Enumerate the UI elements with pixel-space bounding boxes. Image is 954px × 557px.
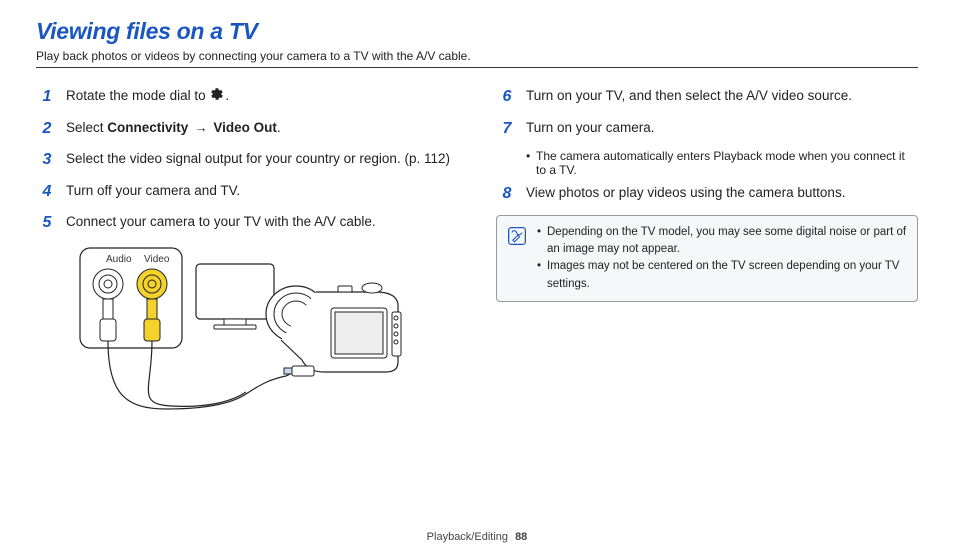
note-box: • Depending on the TV model, you may see…	[496, 215, 918, 302]
step-number: 3	[36, 149, 58, 171]
gear-icon	[210, 87, 224, 106]
footer-section: Playback/Editing	[427, 531, 508, 543]
step-text: Turn on your camera.	[526, 118, 655, 140]
step-number: 6	[496, 86, 518, 108]
step-text: Turn on your TV, and then select the A/V…	[526, 86, 852, 108]
bullet-icon: •	[537, 258, 547, 293]
step-1: 1 Rotate the mode dial to .	[36, 86, 458, 108]
step-8: 8 View photos or play videos using the c…	[496, 183, 918, 205]
text-suffix: .	[277, 120, 281, 135]
step-7-note: • The camera automatically enters Playba…	[526, 149, 918, 177]
step-text: Select the video signal output for your …	[66, 149, 450, 171]
step-6: 6 Turn on your TV, and then select the A…	[496, 86, 918, 108]
note-item: • Images may not be centered on the TV s…	[537, 258, 907, 293]
note-list: • Depending on the TV model, you may see…	[537, 224, 907, 293]
step-text: Turn off your camera and TV.	[66, 181, 240, 203]
video-label: Video	[144, 254, 170, 265]
page-number: 88	[515, 531, 527, 543]
bullet-icon: •	[526, 149, 536, 177]
step-text: View photos or play videos using the cam…	[526, 183, 845, 205]
note-text: Depending on the TV model, you may see s…	[547, 224, 907, 259]
step-7: 7 Turn on your camera.	[496, 118, 918, 140]
note-text: Images may not be centered on the TV scr…	[547, 258, 907, 293]
bullet-icon: •	[537, 224, 547, 259]
step-number: 2	[36, 118, 58, 140]
text-suffix: .	[225, 88, 229, 103]
step-number: 8	[496, 183, 518, 205]
note-item: • Depending on the TV model, you may see…	[537, 224, 907, 259]
content-columns: 1 Rotate the mode dial to . 2 Select Con…	[36, 80, 918, 444]
arrow-icon: →	[190, 120, 211, 135]
camera-icon	[266, 283, 401, 372]
left-column: 1 Rotate the mode dial to . 2 Select Con…	[36, 80, 458, 444]
step-number: 1	[36, 86, 58, 108]
step-2: 2 Select Connectivity → Video Out.	[36, 118, 458, 140]
page-footer: Playback/Editing 88	[0, 531, 954, 543]
text-prefix: Rotate the mode dial to	[66, 88, 209, 103]
connection-diagram: Audio Video	[76, 244, 458, 444]
step-number: 5	[36, 212, 58, 234]
step-text: Connect your camera to your TV with the …	[66, 212, 376, 234]
audio-label: Audio	[106, 254, 132, 265]
note-icon	[507, 224, 529, 293]
right-column: 6 Turn on your TV, and then select the A…	[496, 80, 918, 444]
text-prefix: Select	[66, 120, 107, 135]
manual-page: Viewing files on a TV Play back photos o…	[0, 0, 954, 557]
step-text: Select Connectivity → Video Out.	[66, 118, 281, 140]
step-4: 4 Turn off your camera and TV.	[36, 181, 458, 203]
step-5: 5 Connect your camera to your TV with th…	[36, 212, 458, 234]
note-text: The camera automatically enters Playback…	[536, 149, 918, 177]
step-number: 4	[36, 181, 58, 203]
step-3: 3 Select the video signal output for you…	[36, 149, 458, 171]
menu-path-video-out: Video Out	[213, 120, 277, 135]
step-text: Rotate the mode dial to .	[66, 86, 229, 108]
divider	[36, 67, 918, 68]
menu-path-connectivity: Connectivity	[107, 120, 188, 135]
page-title: Viewing files on a TV	[36, 18, 918, 45]
step-number: 7	[496, 118, 518, 140]
page-subtitle: Play back photos or videos by connecting…	[36, 49, 918, 63]
